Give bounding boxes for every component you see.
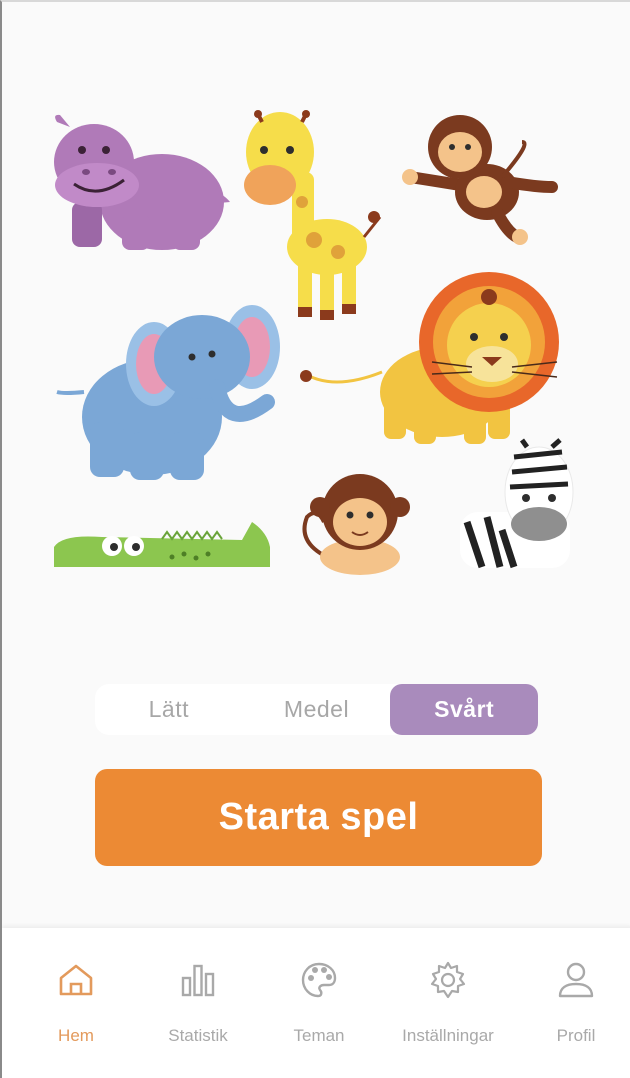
animal-illustration [54,110,574,575]
tab-settings[interactable]: Inställningar [385,928,511,1078]
difficulty-option-easy[interactable]: Lätt [95,684,243,735]
tab-home[interactable]: Hem [13,928,139,1078]
tab-profile-label: Profil [556,1026,596,1045]
monkey-sitting-illustration [302,474,410,575]
palette-icon [301,962,337,998]
tab-themes[interactable]: Teman [256,928,382,1078]
home-icon [59,964,93,996]
start-game-button[interactable]: Starta spel [95,769,542,866]
app-screen: Lätt Medel Svårt Starta spel Hem Statist… [0,0,630,1078]
giraffe-illustration [244,110,382,320]
zebra-illustration [460,438,574,569]
crocodile-illustration [54,522,270,567]
user-icon [558,962,594,998]
tab-statistics-label: Statistik [168,1026,228,1045]
difficulty-option-hard[interactable]: Svårt [390,684,539,735]
tab-statistics[interactable]: Statistik [135,928,261,1078]
elephant-illustration [56,305,280,480]
tab-profile[interactable]: Profil [513,928,630,1078]
tab-home-label: Hem [58,1026,94,1045]
gear-icon [430,961,466,999]
tab-themes-label: Teman [293,1026,345,1045]
bottom-tab-bar: Hem Statistik Teman Inställningar Profil [2,928,630,1078]
hippo-illustration [54,114,230,250]
bar-chart-icon [181,964,215,997]
difficulty-selector: Lätt Medel Svårt [95,684,539,735]
lion-illustration [300,272,559,444]
difficulty-option-medium[interactable]: Medel [243,684,391,735]
monkey-hanging-illustration [402,115,558,245]
tab-settings-label: Inställningar [402,1026,494,1045]
